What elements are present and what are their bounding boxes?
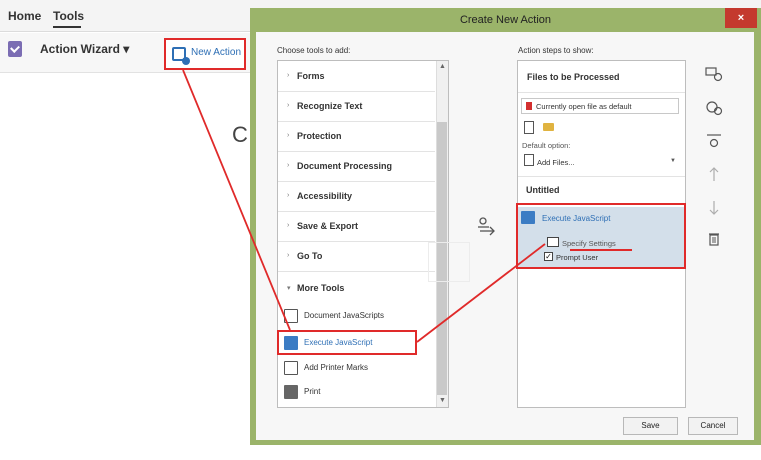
callout-line-new-action [182, 69, 291, 331]
callout-line-execute-step [416, 243, 546, 343]
callout-lines [182, 69, 546, 343]
screen: Home Tools Action Wizard ▾ New Action C … [0, 0, 761, 460]
